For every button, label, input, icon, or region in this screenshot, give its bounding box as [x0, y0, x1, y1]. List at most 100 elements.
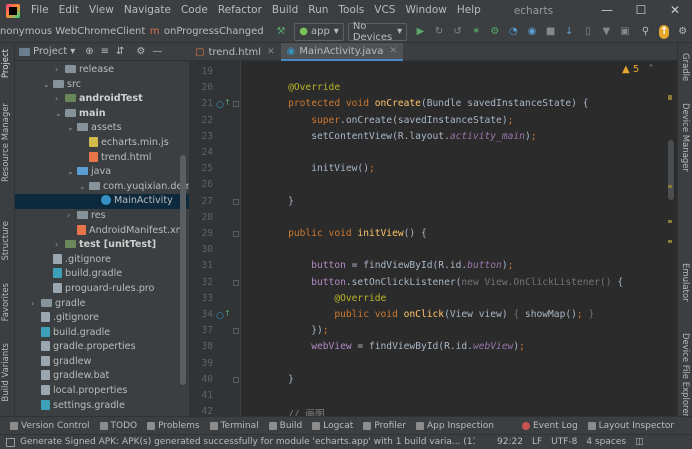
code-line[interactable]: setContentView(R.layout.activity_main); [265, 131, 536, 142]
tree-item[interactable]: gradlew [15, 355, 189, 370]
resource-manager-tool-tab[interactable]: Resource Manager [1, 103, 11, 182]
apply-changes-icon[interactable]: ↻ [434, 25, 445, 39]
tree-item[interactable]: gradlew.bat [15, 369, 189, 384]
version-control-tool[interactable]: Version Control [10, 421, 90, 431]
collapse-all-icon[interactable]: ≡ [101, 46, 109, 57]
expand-arrow-icon[interactable]: › [31, 297, 41, 312]
tree-item[interactable]: gradle.properties [15, 340, 189, 355]
fold-icon[interactable] [233, 279, 239, 286]
settings-gear-icon[interactable]: ⚙ [136, 46, 145, 57]
expand-arrow-icon[interactable]: › [55, 63, 65, 78]
editor-scrollbar[interactable] [668, 140, 674, 200]
code-line[interactable]: @Override [265, 82, 340, 93]
expand-arrow-icon[interactable]: ⌄ [67, 165, 77, 180]
code-editor[interactable]: @Override protected void onCreate(Bundle… [241, 61, 677, 416]
coverage-icon[interactable]: ◉ [527, 25, 538, 39]
expand-icon[interactable]: ⇵ [116, 46, 124, 57]
code-line[interactable]: } [265, 196, 294, 207]
tree-item[interactable]: › release [15, 63, 189, 78]
expand-arrow-icon[interactable]: ⌄ [79, 180, 89, 195]
menu-item-build[interactable]: Build [267, 0, 303, 21]
debug-icon[interactable]: ✶ [471, 25, 482, 39]
implements-arrow-icon[interactable]: ↑ [224, 98, 231, 107]
tree-item[interactable]: ⌄ src [15, 78, 189, 93]
run-icon[interactable]: ▶ [415, 25, 426, 39]
search-icon[interactable]: ⚲ [640, 25, 651, 39]
menu-item-run[interactable]: Run [303, 0, 333, 21]
logcat-tool[interactable]: Logcat [312, 421, 353, 431]
locate-icon[interactable]: ⊕ [85, 46, 93, 57]
chevron-down-icon[interactable]: ▾ [70, 46, 75, 57]
code-line[interactable]: } [265, 374, 294, 385]
tree-item[interactable]: settings.gradle [15, 399, 189, 414]
tree-item[interactable]: › res [15, 209, 189, 224]
run-config-select[interactable]: ● app ▾ [294, 22, 344, 41]
fold-icon[interactable] [233, 198, 239, 205]
tree-item[interactable]: local.properties [15, 384, 189, 399]
tab-mainactivity-java[interactable]: ◉ MainActivity.java ✕ [280, 43, 403, 61]
tree-item[interactable]: AndroidManifest.xm [15, 224, 189, 239]
sdk-manager-icon[interactable]: ▼ [601, 25, 612, 39]
tree-item[interactable]: build.gradle [15, 326, 189, 341]
tree-item[interactable]: ⌄ java [15, 165, 189, 180]
menu-item-code[interactable]: Code [176, 0, 213, 21]
tree-item[interactable]: build.gradle [15, 267, 189, 282]
update-icon[interactable]: ↑ [658, 24, 670, 39]
expand-arrow-icon[interactable]: ⌄ [55, 107, 65, 122]
layout-inspector-icon[interactable]: ▣ [620, 25, 631, 39]
settings-gear-icon[interactable]: ⚙ [677, 25, 688, 39]
override-marker-icon[interactable]: ○ [216, 100, 224, 110]
apply-code-changes-icon[interactable]: ↺ [452, 25, 463, 39]
error-stripe-mark[interactable] [668, 240, 672, 243]
code-line[interactable]: }); [265, 325, 328, 336]
code-line[interactable]: public void initView() { [265, 228, 427, 239]
stop-icon[interactable]: ■ [545, 25, 556, 39]
close-icon[interactable]: ✕ [658, 0, 692, 21]
tree-item[interactable]: MainActivity [15, 194, 189, 209]
tree-item[interactable]: › test [unitTest] [15, 238, 189, 253]
menu-item-view[interactable]: View [84, 0, 119, 21]
close-icon[interactable]: ✕ [267, 47, 275, 57]
breadcrumb-class[interactable]: nonymous WebChromeClient [0, 26, 145, 37]
device-manager-icon[interactable]: ▯ [583, 25, 594, 39]
indent-setting[interactable]: 4 spaces [586, 437, 626, 447]
tree-item[interactable]: ⌄ com.yuqixian.dem [15, 180, 189, 195]
code-line[interactable]: // 画图 [265, 406, 325, 416]
layout-inspector-tool[interactable]: Layout Inspector [587, 421, 674, 431]
sync-gradle-icon[interactable]: ↓ [564, 25, 575, 39]
attach-debugger-icon[interactable]: ⚙ [490, 25, 501, 39]
emulator-tool-tab[interactable]: Emulator [680, 263, 690, 302]
expand-arrow-icon[interactable]: ⌄ [43, 78, 53, 93]
fold-icon[interactable] [233, 328, 239, 335]
menu-item-tools[interactable]: Tools [333, 0, 369, 21]
gradle-tool-tab[interactable]: Gradle [680, 53, 690, 81]
fold-icon[interactable] [233, 376, 239, 383]
tree-item[interactable]: trend.html [15, 151, 189, 166]
menu-item-window[interactable]: Window [400, 0, 451, 21]
project-scrollbar[interactable] [180, 155, 186, 385]
code-line[interactable]: initView(); [265, 163, 375, 174]
app-inspection-tool[interactable]: App Inspection [416, 421, 494, 431]
event-log-tool[interactable]: Event Log [521, 421, 578, 431]
minimize-icon[interactable]: — [590, 0, 624, 21]
close-icon[interactable]: ✕ [389, 46, 397, 56]
tree-item[interactable]: .gitignore [15, 253, 189, 268]
tree-item[interactable]: proguard-rules.pro [15, 282, 189, 297]
error-stripe-mark[interactable] [668, 95, 672, 100]
tree-item[interactable]: .gitignore [15, 311, 189, 326]
menu-item-vcs[interactable]: VCS [369, 0, 400, 21]
tree-item[interactable]: ⌄ main [15, 107, 189, 122]
device-manager-tool-tab[interactable]: Device Manager [680, 103, 690, 172]
menu-item-navigate[interactable]: Navigate [119, 0, 176, 21]
device-file-explorer-tool-tab[interactable]: Device File Explorer [680, 333, 690, 417]
breadcrumb-method[interactable]: onProgressChanged [164, 26, 264, 37]
project-view-select[interactable]: Project [33, 46, 67, 57]
code-line[interactable]: webView = findViewById(R.id.webView); [265, 341, 525, 352]
structure-tool-tab[interactable]: Structure [1, 221, 11, 261]
problems-tool[interactable]: Problems [147, 421, 200, 431]
fold-icon[interactable] [233, 101, 239, 108]
todo-tool[interactable]: TODO [99, 421, 137, 431]
tab-trend-html[interactable]: ▢ trend.html ✕ [189, 43, 281, 61]
profile-icon[interactable]: ◔ [508, 25, 519, 39]
error-stripe-mark[interactable] [668, 220, 672, 223]
